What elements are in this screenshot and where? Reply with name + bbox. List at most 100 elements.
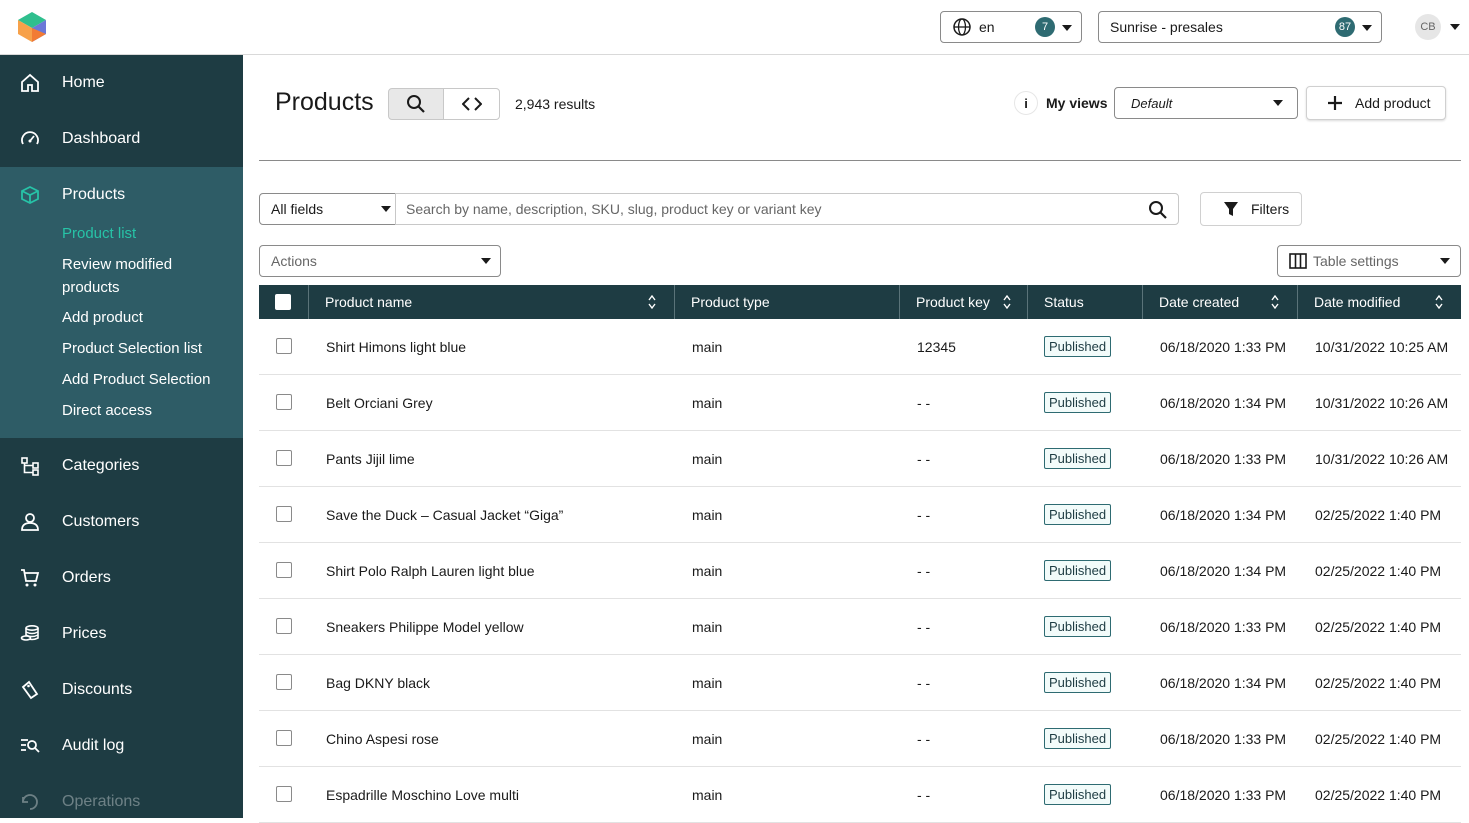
cell-date-modified: 02/25/2022 1:40 PM <box>1315 618 1442 635</box>
cell-product-name[interactable]: Sneakers Philippe Model yellow <box>326 599 524 654</box>
cell-product-name[interactable]: Chino Aspesi rose <box>326 711 439 766</box>
sidebar-item-products[interactable]: Products <box>0 167 243 223</box>
col-status: Status <box>1028 285 1143 319</box>
language-selector[interactable]: en 7 <box>940 11 1082 43</box>
row-checkbox[interactable] <box>276 674 292 690</box>
cell-product-key: - - <box>917 674 931 691</box>
cell-product-name[interactable]: Save the Duck – Casual Jacket “Giga” <box>326 487 563 542</box>
table-settings-label: Table settings <box>1313 253 1399 269</box>
chevron-down-icon <box>481 258 491 264</box>
sort-icon[interactable] <box>1271 295 1279 309</box>
cell-product-name[interactable]: Bag DKNY black <box>326 655 430 710</box>
select-all-cell <box>259 285 309 319</box>
row-checkbox[interactable] <box>276 730 292 746</box>
status-badge: Published <box>1044 560 1112 581</box>
sidebar-sub-add-product[interactable]: Add product <box>62 306 232 329</box>
row-checkbox[interactable] <box>276 506 292 522</box>
audit-icon <box>21 739 40 753</box>
search-field-select[interactable]: All fields <box>259 193 396 225</box>
table-row[interactable]: Pants Jijil lime main - - Published 06/1… <box>259 431 1461 487</box>
sidebar-item-prices[interactable]: Prices <box>0 606 243 662</box>
sidebar-item-discounts[interactable]: Discounts <box>0 662 243 718</box>
row-checkbox[interactable] <box>276 394 292 410</box>
sidebar-sub-product-list[interactable]: Product list <box>62 222 232 245</box>
sidebar-item-categories[interactable]: Categories <box>0 438 243 494</box>
cell-date-created: 06/18/2020 1:33 PM <box>1160 786 1287 803</box>
cell-date-modified: 10/31/2022 10:26 AM <box>1315 394 1449 411</box>
cell-product-type: main <box>692 394 723 411</box>
sidebar-item-orders[interactable]: Orders <box>0 550 243 606</box>
sidebar-item-operations[interactable]: Operations <box>0 774 243 818</box>
table-row[interactable]: Chino Aspesi rose main - - Published 06/… <box>259 711 1461 767</box>
col-product-key[interactable]: Product key <box>900 285 1028 319</box>
filters-button[interactable]: Filters <box>1200 192 1302 226</box>
table-row[interactable]: Shirt Himons light blue main 12345 Publi… <box>259 319 1461 375</box>
status-badge: Published <box>1044 392 1112 413</box>
chevron-down-icon <box>1440 258 1450 264</box>
row-checkbox[interactable] <box>276 338 292 354</box>
hierarchy-icon <box>21 457 39 476</box>
cell-product-name[interactable]: Espadrille Moschino Love multi <box>326 767 519 822</box>
col-date-modified[interactable]: Date modified <box>1298 285 1461 319</box>
cell-product-type: main <box>692 618 723 635</box>
add-product-button[interactable]: Add product <box>1306 86 1446 120</box>
table-row[interactable]: Sneakers Philippe Model yellow main - - … <box>259 599 1461 655</box>
search-mode-button[interactable] <box>388 88 444 120</box>
table-row[interactable]: Save the Duck – Casual Jacket “Giga” mai… <box>259 487 1461 543</box>
sidebar-item-home[interactable]: Home <box>0 55 243 111</box>
sidebar-item-customers[interactable]: Customers <box>0 494 243 550</box>
select-all-checkbox[interactable] <box>275 294 291 310</box>
status-badge: Published <box>1044 672 1112 693</box>
sort-icon[interactable] <box>1003 295 1011 309</box>
cell-product-name[interactable]: Shirt Himons light blue <box>326 319 466 374</box>
col-label: Status <box>1044 294 1084 310</box>
sidebar-sub-add-product-selection[interactable]: Add Product Selection <box>62 368 232 391</box>
user-menu-chevron-icon[interactable] <box>1450 24 1460 30</box>
sidebar-sub-review-modified[interactable]: Review modified products <box>62 253 232 299</box>
search-input[interactable]: Search by name, description, SKU, slug, … <box>395 193 1179 225</box>
cell-product-name[interactable]: Shirt Polo Ralph Lauren light blue <box>326 543 535 598</box>
col-label: Product key <box>916 294 990 310</box>
header-divider <box>259 160 1461 161</box>
cell-date-modified: 02/25/2022 1:40 PM <box>1315 674 1442 691</box>
sidebar-item-label: Audit log <box>62 737 125 754</box>
row-checkbox[interactable] <box>276 562 292 578</box>
col-product-name[interactable]: Product name <box>309 285 675 319</box>
table-row[interactable]: Belt Orciani Grey main - - Published 06/… <box>259 375 1461 431</box>
query-mode-button[interactable] <box>443 88 500 120</box>
app-logo-icon[interactable] <box>18 12 46 42</box>
sort-icon[interactable] <box>648 295 656 309</box>
col-label: Product type <box>691 294 770 310</box>
products-nav-group: Products Product list Review modified pr… <box>0 167 243 438</box>
cell-date-created: 06/18/2020 1:33 PM <box>1160 618 1287 635</box>
col-date-created[interactable]: Date created <box>1143 285 1298 319</box>
cell-product-key: - - <box>917 394 931 411</box>
sidebar: Home Dashboard Products Product list Rev… <box>0 55 243 818</box>
sidebar-item-audit-log[interactable]: Audit log <box>0 718 243 774</box>
row-checkbox[interactable] <box>276 618 292 634</box>
search-field-value: All fields <box>271 201 324 217</box>
home-icon <box>21 73 39 92</box>
table-settings-select[interactable]: Table settings <box>1277 245 1461 277</box>
cell-product-name[interactable]: Belt Orciani Grey <box>326 375 433 430</box>
sidebar-item-label: Operations <box>62 793 141 810</box>
cell-date-modified: 02/25/2022 1:40 PM <box>1315 786 1442 803</box>
cell-date-modified: 02/25/2022 1:40 PM <box>1315 730 1442 747</box>
info-icon[interactable]: i <box>1014 91 1038 115</box>
user-avatar[interactable]: CB <box>1415 14 1441 40</box>
table-row[interactable]: Bag DKNY black main - - Published 06/18/… <box>259 655 1461 711</box>
project-selector[interactable]: Sunrise - presales 87 <box>1098 11 1382 43</box>
table-row[interactable]: Espadrille Moschino Love multi main - - … <box>259 767 1461 823</box>
row-checkbox[interactable] <box>276 786 292 802</box>
views-select[interactable]: Default <box>1114 87 1298 119</box>
row-checkbox[interactable] <box>276 450 292 466</box>
table-row[interactable]: Shirt Polo Ralph Lauren light blue main … <box>259 543 1461 599</box>
sidebar-item-label: Home <box>62 74 105 91</box>
actions-select[interactable]: Actions <box>259 245 501 277</box>
sidebar-item-dashboard[interactable]: Dashboard <box>0 111 243 167</box>
cell-product-name[interactable]: Pants Jijil lime <box>326 431 415 486</box>
sort-icon[interactable] <box>1435 295 1443 309</box>
search-icon[interactable] <box>1148 200 1168 220</box>
sidebar-sub-direct-access[interactable]: Direct access <box>62 399 232 422</box>
sidebar-sub-product-selection-list[interactable]: Product Selection list <box>62 337 232 360</box>
